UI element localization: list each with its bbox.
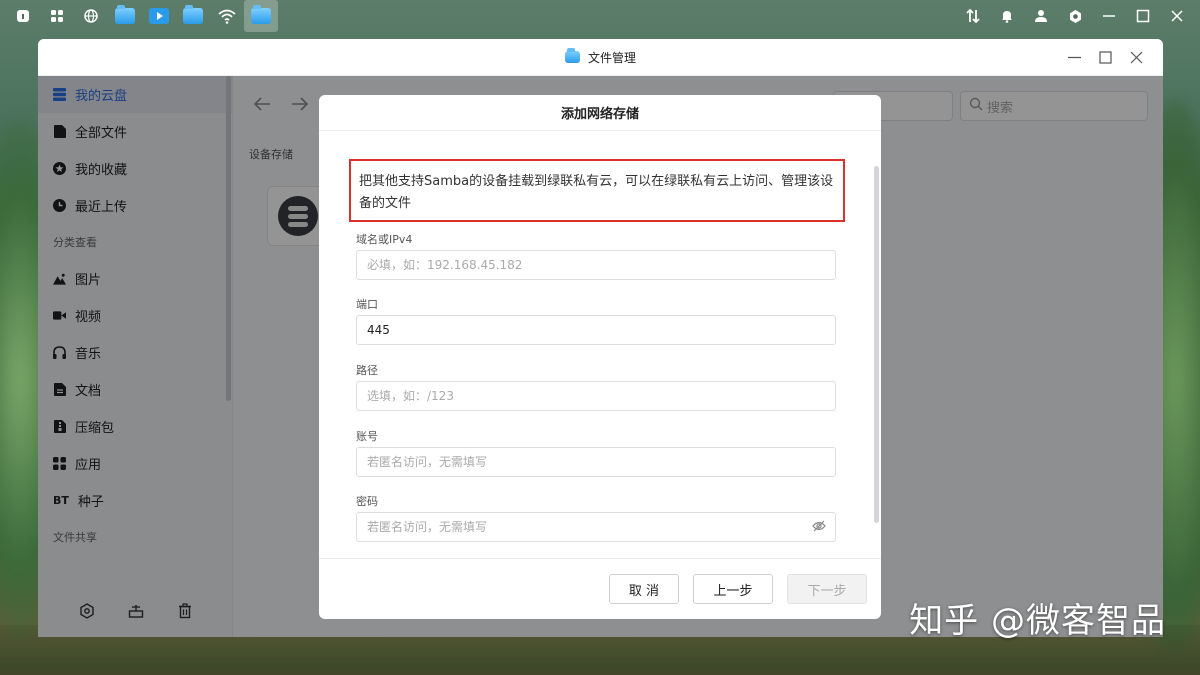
- window-titlebar[interactable]: 文件管理: [38, 39, 1163, 76]
- next-step-button[interactable]: 下一步: [787, 574, 867, 604]
- window-close-icon[interactable]: [1130, 51, 1143, 64]
- window-maximize-icon[interactable]: [1099, 51, 1112, 64]
- settings-icon[interactable]: [1058, 0, 1092, 32]
- window-minimize-icon[interactable]: [1068, 51, 1081, 64]
- watermark: 知乎 @微客智品: [909, 601, 1166, 641]
- dialog-title: 添加网络存储: [319, 95, 881, 131]
- password-field[interactable]: [356, 512, 836, 542]
- taskbar: [0, 0, 1200, 32]
- account-field-label: 账号: [356, 430, 378, 443]
- previous-step-button[interactable]: 上一步: [693, 574, 773, 604]
- dialog-scrollbar[interactable]: [874, 166, 879, 523]
- folder-app-icon[interactable]: [108, 0, 142, 32]
- apps-grid-icon[interactable]: [40, 0, 74, 32]
- wifi-icon[interactable]: [210, 0, 244, 32]
- host-field-label: 域名或IPv4: [356, 233, 413, 246]
- add-network-storage-dialog: 添加网络存储 把其他支持Samba的设备挂载到绿联私有云，可以在绿联私有云上访问…: [319, 95, 881, 619]
- user-icon[interactable]: [1024, 0, 1058, 32]
- close-icon[interactable]: [1160, 0, 1194, 32]
- folder-app-icon-2[interactable]: [176, 0, 210, 32]
- port-field-label: 端口: [356, 298, 378, 311]
- account-field[interactable]: [356, 447, 836, 477]
- home-icon[interactable]: [6, 0, 40, 32]
- eye-hidden-icon[interactable]: [812, 520, 826, 536]
- cancel-button[interactable]: 取 消: [609, 574, 679, 604]
- password-field-label: 密码: [356, 495, 378, 508]
- bell-icon[interactable]: [990, 0, 1024, 32]
- transfer-icon[interactable]: [956, 0, 990, 32]
- port-field[interactable]: [356, 315, 836, 345]
- path-field-label: 路径: [356, 364, 378, 377]
- dialog-notice: 把其他支持Samba的设备挂载到绿联私有云，可以在绿联私有云上访问、管理该设备的…: [349, 159, 845, 222]
- globe-icon[interactable]: [74, 0, 108, 32]
- host-field[interactable]: [356, 250, 836, 280]
- maximize-icon[interactable]: [1126, 0, 1160, 32]
- minimize-icon[interactable]: [1092, 0, 1126, 32]
- window-title: 文件管理: [587, 50, 636, 65]
- video-app-icon[interactable]: [142, 0, 176, 32]
- path-field[interactable]: [356, 381, 836, 411]
- folder-icon: [564, 48, 580, 63]
- file-manager-taskbar-icon[interactable]: [244, 0, 278, 32]
